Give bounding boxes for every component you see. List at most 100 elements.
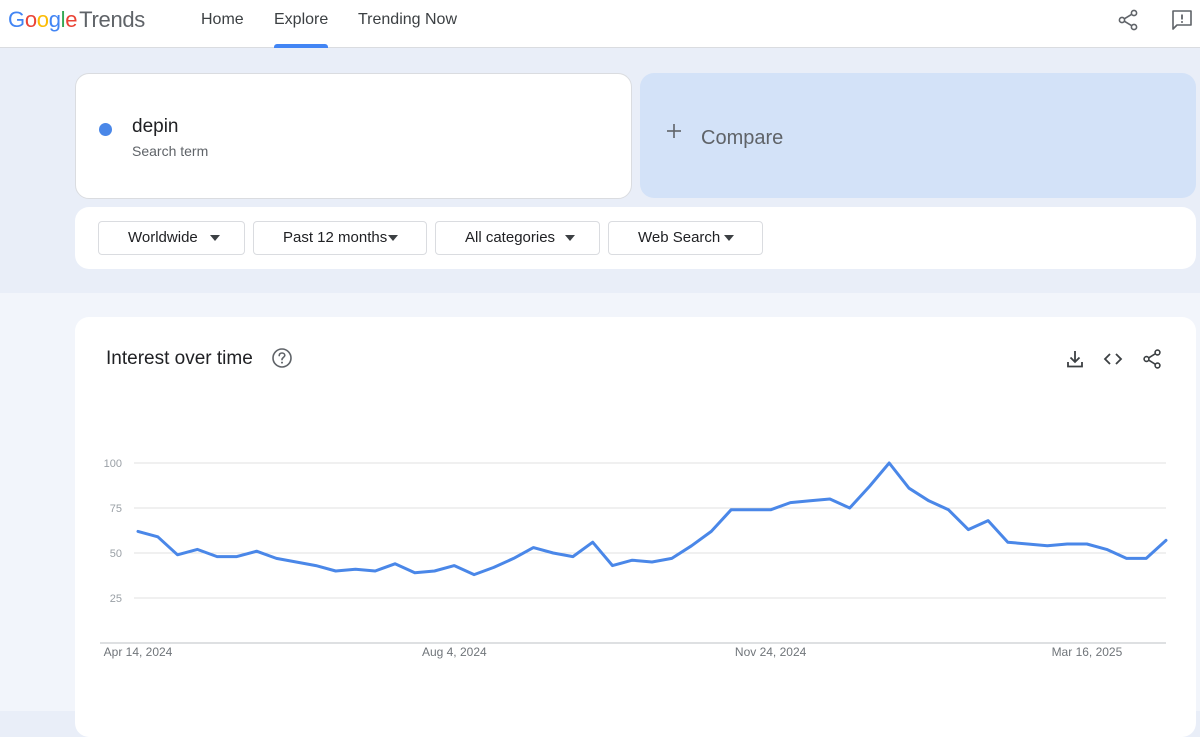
data-point[interactable] bbox=[746, 505, 756, 515]
compare-button[interactable]: Compare bbox=[640, 73, 1196, 198]
logo-letter: o bbox=[36, 7, 49, 32]
time-range-filter-label: Past 12 months bbox=[283, 229, 388, 246]
data-point[interactable] bbox=[687, 541, 697, 551]
data-point[interactable] bbox=[1062, 539, 1072, 549]
data-point[interactable] bbox=[469, 570, 479, 580]
data-point[interactable] bbox=[1003, 537, 1013, 547]
data-point[interactable] bbox=[904, 483, 914, 493]
category-filter[interactable]: All categories bbox=[435, 221, 600, 255]
logo-product-name: Trends bbox=[79, 7, 146, 32]
data-point[interactable] bbox=[509, 553, 519, 563]
nav-explore[interactable]: Explore bbox=[274, 0, 329, 48]
data-point[interactable] bbox=[944, 505, 954, 515]
data-point[interactable] bbox=[173, 550, 183, 560]
x-tick-label: Apr 14, 2024 bbox=[104, 645, 173, 659]
logo-letter: G bbox=[8, 7, 25, 32]
data-point[interactable] bbox=[311, 561, 321, 571]
nav-explore-label: Explore bbox=[274, 11, 329, 28]
data-point[interactable] bbox=[1102, 544, 1112, 554]
data-point[interactable] bbox=[410, 568, 420, 578]
data-point[interactable] bbox=[1042, 541, 1052, 551]
term-color-dot bbox=[99, 123, 112, 136]
logo-letter: e bbox=[65, 7, 78, 32]
top-bar: GoogleTrends Home Explore Trending Now bbox=[0, 0, 1200, 48]
filter-bar: Worldwide Past 12 months All categories … bbox=[75, 207, 1196, 269]
x-tick-label: Mar 16, 2025 bbox=[1052, 645, 1123, 659]
location-filter[interactable]: Worldwide bbox=[98, 221, 245, 255]
data-point[interactable] bbox=[153, 532, 163, 542]
active-tab-indicator bbox=[274, 44, 329, 48]
data-point[interactable] bbox=[963, 525, 973, 535]
data-point[interactable] bbox=[528, 543, 538, 553]
data-point[interactable] bbox=[864, 481, 874, 491]
data-point[interactable] bbox=[350, 564, 360, 574]
caret-down-icon bbox=[565, 235, 575, 241]
interest-over-time-card: Interest over time 25 50 75 100 Apr 14, 2024… bbox=[75, 317, 1196, 737]
data-point[interactable] bbox=[548, 548, 558, 558]
caret-down-icon bbox=[724, 235, 734, 241]
data-point[interactable] bbox=[726, 505, 736, 515]
caret-down-icon bbox=[210, 235, 220, 241]
data-point[interactable] bbox=[568, 552, 578, 562]
search-term-type: Search term bbox=[132, 143, 209, 159]
x-tick-label: Aug 4, 2024 bbox=[422, 645, 487, 659]
data-point[interactable] bbox=[1161, 535, 1171, 545]
data-point[interactable] bbox=[983, 516, 993, 526]
data-point[interactable] bbox=[667, 553, 677, 563]
data-point[interactable] bbox=[291, 557, 301, 567]
share-icon[interactable] bbox=[1116, 8, 1140, 32]
nav-trending-now-label: Trending Now bbox=[358, 11, 458, 28]
data-point[interactable] bbox=[370, 566, 380, 576]
caret-down-icon bbox=[388, 235, 398, 241]
data-point[interactable] bbox=[430, 566, 440, 576]
data-point[interactable] bbox=[647, 557, 657, 567]
plus-icon bbox=[665, 121, 683, 145]
data-point[interactable] bbox=[825, 494, 835, 504]
data-point[interactable] bbox=[133, 526, 143, 536]
data-point[interactable] bbox=[706, 526, 716, 536]
data-point[interactable] bbox=[390, 559, 400, 569]
data-point[interactable] bbox=[785, 498, 795, 508]
search-type-filter-label: Web Search bbox=[638, 229, 721, 246]
interest-line-chart[interactable]: 25 50 75 100 Apr 14, 2024 Aug 4, 2024 Nov 24, … bbox=[75, 317, 1196, 711]
data-point[interactable] bbox=[845, 503, 855, 513]
nav-trending-now[interactable]: Trending Now bbox=[358, 0, 457, 48]
data-point[interactable] bbox=[192, 544, 202, 554]
data-point[interactable] bbox=[1121, 553, 1131, 563]
logo-letter: o bbox=[24, 7, 37, 32]
time-range-filter[interactable]: Past 12 months bbox=[253, 221, 427, 255]
data-point[interactable] bbox=[489, 562, 499, 572]
compare-label: Compare bbox=[701, 127, 784, 149]
logo-letter: g bbox=[48, 7, 61, 32]
y-tick-label: 100 bbox=[104, 458, 122, 470]
y-tick-label: 25 bbox=[110, 593, 122, 605]
y-tick-label: 75 bbox=[110, 503, 122, 515]
feedback-icon[interactable] bbox=[1170, 8, 1194, 32]
data-point[interactable] bbox=[924, 496, 934, 506]
data-point[interactable] bbox=[1082, 539, 1092, 549]
data-point[interactable] bbox=[331, 566, 341, 576]
data-point[interactable] bbox=[805, 496, 815, 506]
nav-home[interactable]: Home bbox=[201, 0, 244, 48]
search-term[interactable]: depin bbox=[132, 116, 179, 138]
data-point[interactable] bbox=[271, 553, 281, 563]
data-point[interactable] bbox=[588, 537, 598, 547]
search-term-card[interactable]: depin Search term bbox=[75, 73, 632, 199]
search-type-filter[interactable]: Web Search bbox=[608, 221, 763, 255]
x-tick-label: Nov 24, 2024 bbox=[735, 645, 807, 659]
data-point[interactable] bbox=[884, 458, 894, 468]
data-point[interactable] bbox=[232, 552, 242, 562]
google-trends-logo[interactable]: GoogleTrends bbox=[8, 6, 145, 34]
data-point[interactable] bbox=[252, 546, 262, 556]
data-point[interactable] bbox=[1141, 553, 1151, 563]
data-point[interactable] bbox=[766, 505, 776, 515]
category-filter-label: All categories bbox=[465, 229, 556, 246]
data-point[interactable] bbox=[449, 561, 459, 571]
data-point[interactable] bbox=[1023, 539, 1033, 549]
location-filter-label: Worldwide bbox=[128, 229, 198, 246]
y-tick-label: 50 bbox=[110, 548, 122, 560]
data-point[interactable] bbox=[607, 561, 617, 571]
nav-home-label: Home bbox=[201, 11, 244, 28]
data-point[interactable] bbox=[212, 552, 222, 562]
data-point[interactable] bbox=[627, 555, 637, 565]
